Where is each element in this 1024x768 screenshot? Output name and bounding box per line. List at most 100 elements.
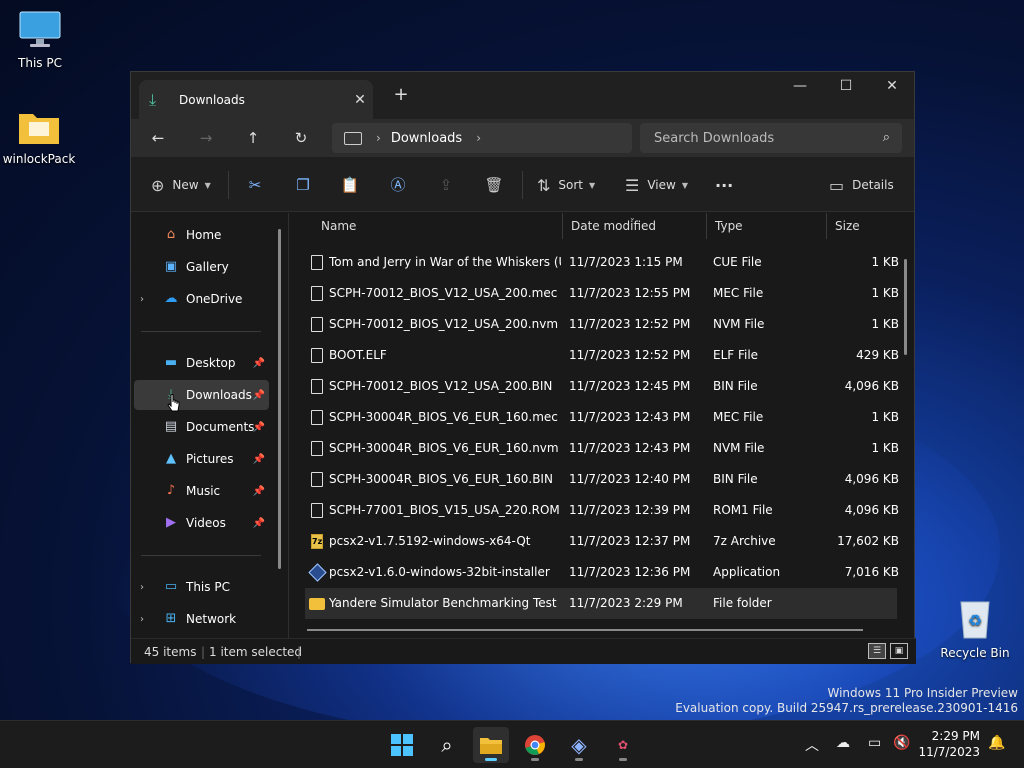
file-row[interactable]: 7z pcsx2-v1.7.5192-windows-x64-Qt 11/7/202… (305, 526, 899, 557)
copy-icon[interactable]: ❐ (291, 173, 315, 197)
clock[interactable]: 2:29 PM 11/7/2023 (918, 728, 980, 760)
yandere-simulator-taskbar-button[interactable]: ✿ (605, 727, 641, 763)
pin-icon[interactable]: 📌 (253, 422, 265, 433)
desktop-icon-winlockpack[interactable]: winlockPack (1, 108, 77, 166)
breadcrumb-downloads[interactable]: Downloads (391, 131, 462, 146)
file-size: 1 KB (871, 317, 899, 331)
file-row[interactable]: BOOT.ELF 11/7/2023 12:52 PM ELF File 429 KB (305, 340, 899, 371)
sidebar-item-desktop[interactable]: ▬ Desktop 📌 (134, 348, 269, 378)
file-icon (311, 286, 323, 301)
pin-icon[interactable]: 📌 (253, 358, 265, 369)
back-button[interactable]: ← (143, 125, 173, 151)
sidebar-item-pictures[interactable]: ▲ Pictures 📌 (134, 444, 269, 474)
up-button[interactable]: ↑ (238, 125, 268, 151)
computer-icon (344, 131, 362, 145)
volume-muted-icon[interactable]: 🔇 (893, 735, 910, 751)
column-header-type[interactable]: Type (707, 213, 827, 239)
sort-button[interactable]: ⇅ Sort ▼ (537, 173, 595, 197)
large-icons-view-button[interactable]: ▣ (890, 643, 908, 659)
sidebar-item-downloads[interactable]: ⤓ Downloads 📌 (134, 380, 269, 410)
file-row[interactable]: Yandere Simulator Benchmarking Test (1..… (305, 588, 897, 619)
forward-button[interactable]: → (191, 125, 221, 151)
start-button[interactable] (384, 727, 420, 763)
file-date: 11/7/2023 12:52 PM (569, 317, 691, 331)
details-pane-button[interactable]: ▭ Details (829, 173, 894, 197)
sidebar-item-home[interactable]: ⌂ Home (134, 220, 269, 250)
chevron-right-icon[interactable]: › (376, 131, 381, 145)
pin-icon[interactable]: 📌 (253, 518, 265, 529)
notification-bell-icon[interactable]: 🔔 (988, 735, 1005, 751)
chevron-right-icon[interactable]: › (134, 294, 150, 305)
refresh-button[interactable]: ↻ (286, 125, 316, 151)
details-view-button[interactable]: ☰ (868, 643, 886, 659)
chrome-icon (525, 735, 545, 755)
close-button[interactable]: ✕ (869, 72, 915, 104)
sidebar-item-onedrive[interactable]: › ☁ OneDrive (134, 284, 269, 314)
onedrive-tray-icon[interactable]: ☁ (836, 735, 850, 751)
sidebar-item-music[interactable]: ♪ Music 📌 (134, 476, 269, 506)
horizontal-scrollbar[interactable] (307, 629, 863, 631)
file-size: 4,096 KB (844, 472, 899, 486)
search-input[interactable]: Search Downloads ⌕ (640, 123, 902, 153)
item-count: 45 items (144, 645, 197, 659)
sidebar-item-this-pc[interactable]: › ▭ This PC (134, 572, 269, 602)
desktop-icon-this-pc[interactable]: This PC (2, 10, 78, 70)
view-label: View (647, 178, 676, 192)
file-row[interactable]: Tom and Jerry in War of the Whiskers (US… (305, 247, 899, 278)
mouse-cursor-icon (167, 394, 180, 412)
file-row[interactable]: SCPH-30004R_BIOS_V6_EUR_160.mec 11/7/2023… (305, 402, 899, 433)
chevron-right-icon[interactable]: › (134, 614, 150, 625)
show-hidden-icons-button[interactable]: ︿ (805, 735, 819, 755)
chevron-right-icon[interactable]: › (476, 131, 481, 145)
sidebar-item-videos[interactable]: ▶ Videos 📌 (134, 508, 269, 538)
delete-icon[interactable]: 🗑 (482, 173, 506, 197)
column-header-name[interactable]: Name (313, 213, 563, 239)
file-icon (311, 255, 323, 270)
sidebar-item-label: Network (186, 612, 237, 626)
status-divider: | (297, 645, 302, 659)
pin-icon[interactable]: 📌 (253, 486, 265, 497)
column-header-size[interactable]: Size (827, 213, 907, 239)
search-taskbar-button[interactable]: ⌕ (429, 727, 465, 763)
cut-icon[interactable]: ✂ (243, 173, 267, 197)
sidebar-item-label: Documents (186, 420, 255, 434)
new-tab-button[interactable]: + (390, 84, 412, 106)
file-row[interactable]: SCPH-30004R_BIOS_V6_EUR_160.BIN 11/7/2023… (305, 464, 899, 495)
sidebar-item-label: Gallery (186, 260, 229, 274)
file-row[interactable]: SCPH-70012_BIOS_V12_USA_200.BIN 11/7/2023… (305, 371, 899, 402)
file-explorer-taskbar-button[interactable] (473, 727, 509, 763)
paste-icon[interactable]: 📋 (338, 173, 362, 197)
share-icon[interactable]: ⇪ (434, 173, 458, 197)
minimize-button[interactable]: — (777, 72, 823, 104)
maximize-button[interactable]: ☐ (823, 72, 869, 104)
address-bar[interactable]: › Downloads › (332, 123, 632, 153)
file-size: 1 KB (871, 410, 899, 424)
file-row[interactable]: pcsx2-v1.6.0-windows-32bit-installer 11/7… (305, 557, 899, 588)
sidebar-item-documents[interactable]: ▤ Documents 📌 (134, 412, 269, 442)
file-row[interactable]: SCPH-77001_BIOS_V15_USA_220.ROM1 11/7/202… (305, 495, 899, 526)
file-row[interactable]: SCPH-70012_BIOS_V12_USA_200.mec 11/7/2023… (305, 278, 899, 309)
rename-icon[interactable]: Ⓐ (386, 173, 410, 197)
command-bar: ⊕ New ▼ ✂ ❐ 📋 Ⓐ ⇪ 🗑 ⇅ Sort ▼ ☰ View ▼ ··… (131, 157, 914, 212)
file-row[interactable]: SCPH-30004R_BIOS_V6_EUR_160.nvm 11/7/2023… (305, 433, 899, 464)
chevron-right-icon[interactable]: › (134, 582, 150, 593)
more-options-button[interactable]: ··· (715, 173, 733, 197)
pin-icon[interactable]: 📌 (253, 454, 265, 465)
status-divider: | (201, 645, 206, 659)
sidebar-item-network[interactable]: › ⊞ Network (134, 604, 269, 634)
chrome-taskbar-button[interactable] (517, 727, 553, 763)
pin-icon[interactable]: 📌 (253, 390, 265, 401)
view-button[interactable]: ☰ View ▼ (625, 173, 688, 197)
file-name: SCPH-30004R_BIOS_V6_EUR_160.mec (329, 410, 558, 424)
sidebar-item-gallery[interactable]: ▣ Gallery (134, 252, 269, 282)
tab-downloads[interactable]: ⤓ Downloads ✕ (139, 80, 373, 119)
sidebar-scrollbar[interactable] (278, 229, 281, 569)
display-tray-icon[interactable]: ▭ (868, 735, 881, 751)
pcsx2-taskbar-button[interactable]: ◈ (561, 727, 597, 763)
tab-close-icon[interactable]: ✕ (347, 92, 373, 108)
file-row[interactable]: SCPH-70012_BIOS_V12_USA_200.nvm 11/7/2023… (305, 309, 899, 340)
new-button[interactable]: ⊕ New ▼ (151, 173, 211, 197)
file-list-scrollbar[interactable] (904, 259, 907, 355)
file-date: 11/7/2023 12:39 PM (569, 503, 691, 517)
desktop-icon-recycle-bin[interactable]: ♻ Recycle Bin (937, 596, 1013, 660)
